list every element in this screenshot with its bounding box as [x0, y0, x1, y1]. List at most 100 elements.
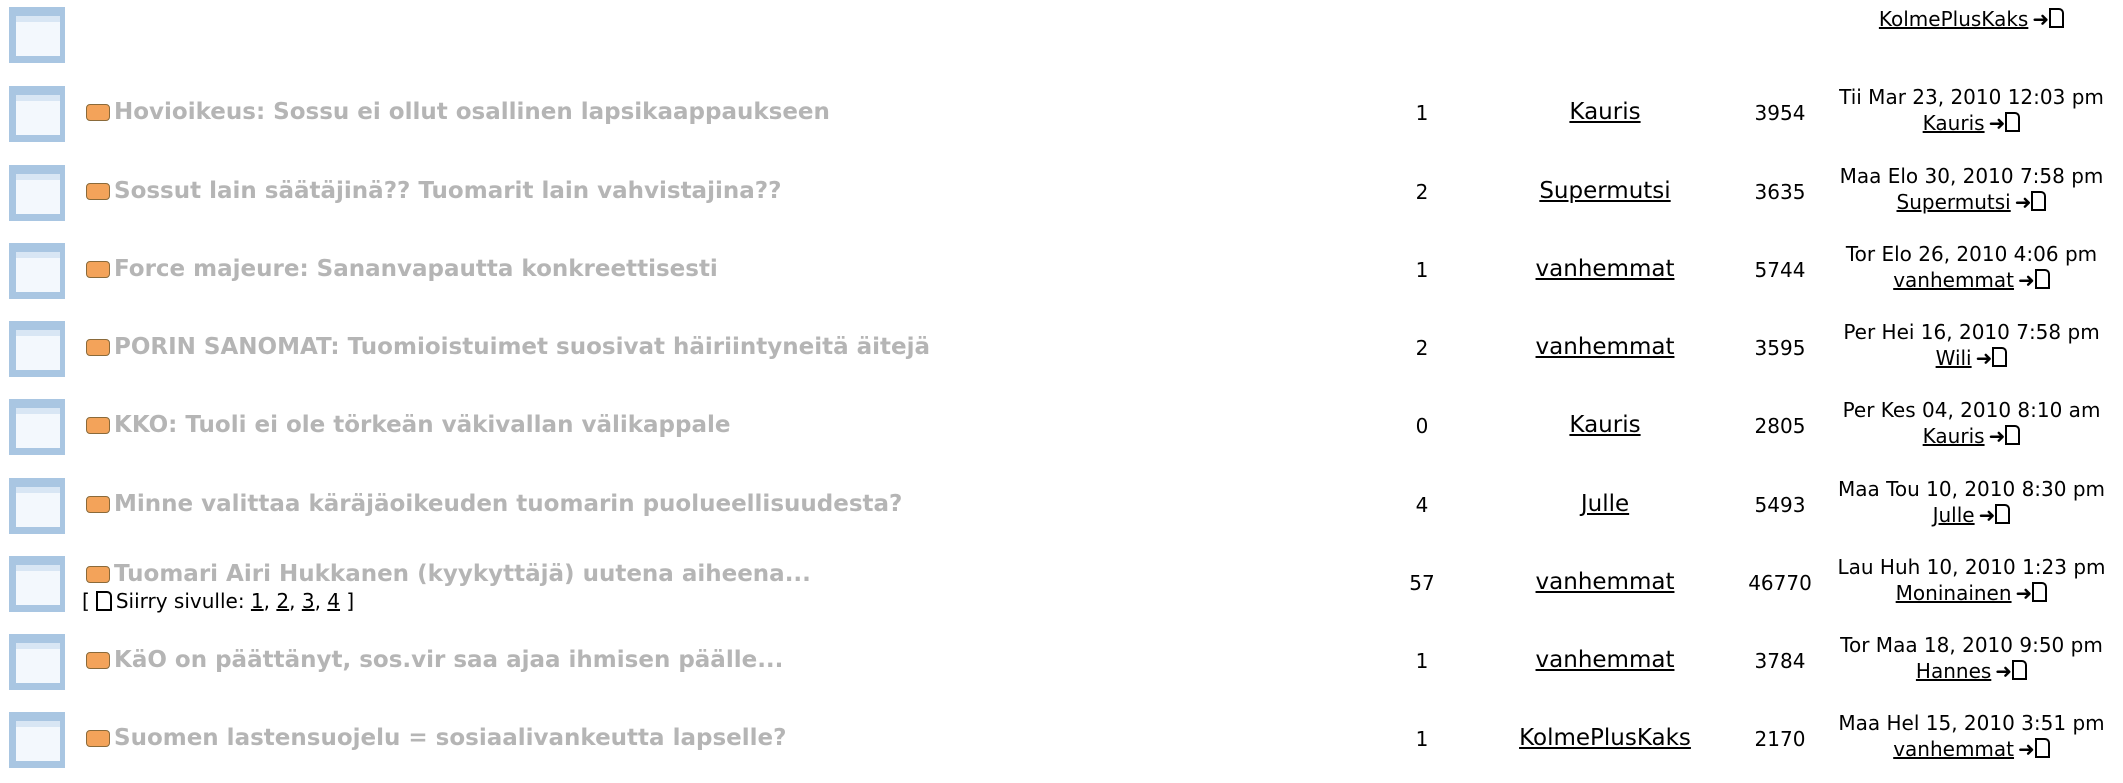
topic-title[interactable]: Tuomari Airi Hukkanen (kyykyttäjä) uuten…	[114, 561, 811, 587]
last-post-author[interactable]: Supermutsi	[1897, 190, 2011, 214]
last-post: Maa Hel 15, 2010 3:51 pm vanhemmat ➜	[1820, 710, 2123, 762]
arrow-icon[interactable]: ➜	[2016, 580, 2033, 606]
arrow-icon[interactable]: ➜	[2018, 267, 2035, 293]
last-post-author[interactable]: KolmePlusKaks	[1879, 7, 2028, 31]
reply-count: 2	[1415, 336, 1429, 360]
last-post-date: Lau Huh 10, 2010 1:23 pm	[1837, 555, 2106, 579]
last-post: Tor Maa 18, 2010 9:50 pm Hannes ➜	[1820, 632, 2123, 684]
topic-status-icon	[86, 339, 110, 356]
view-latest-post-icon[interactable]	[2034, 268, 2050, 289]
page-link-4[interactable]: 4	[327, 589, 340, 613]
last-post: Lau Huh 10, 2010 1:23 pm Moninainen ➜	[1820, 554, 2123, 606]
page-link-3[interactable]: 3	[302, 589, 315, 613]
last-post-author[interactable]: Kauris	[1923, 424, 1985, 448]
topic-title[interactable]: Force majeure: Sananvapautta konkreettis…	[114, 256, 718, 282]
last-post-author[interactable]: Wili	[1936, 346, 1972, 370]
arrow-icon[interactable]: ➜	[1976, 345, 1993, 371]
reply-count: 1	[1415, 258, 1429, 282]
topic-status-icon	[86, 261, 110, 278]
topic-status-icon	[86, 183, 110, 200]
last-post: Tii Mar 23, 2010 12:03 pm Kauris ➜	[1820, 84, 2123, 136]
topic-row: Minne valittaa käräjäoikeuden tuomarin p…	[0, 471, 2123, 549]
arrow-icon[interactable]: ➜	[2018, 736, 2035, 762]
topic-status-icon	[86, 496, 110, 513]
last-post: Maa Elo 30, 2010 7:58 pm Supermutsi ➜	[1820, 163, 2123, 215]
folder-icon	[9, 321, 65, 377]
last-post-date: Maa Hel 15, 2010 3:51 pm	[1838, 711, 2105, 735]
view-latest-post-icon[interactable]	[2049, 7, 2065, 28]
topic-row: Suomen lastensuojelu = sosiaalivankeutta…	[0, 705, 2123, 783]
arrow-icon[interactable]: ➜	[2015, 189, 2032, 215]
last-post-author[interactable]: vanhemmat	[1893, 737, 2014, 761]
topic-title[interactable]: PORIN SANOMAT: Tuomioistuimet suosivat h…	[114, 334, 930, 360]
last-post-author[interactable]: Kauris	[1923, 111, 1985, 135]
view-latest-post-icon[interactable]	[2005, 111, 2021, 132]
topic-row: Hovioikeus: Sossu ei ollut osallinen lap…	[0, 79, 2123, 157]
topic-status-icon	[86, 730, 110, 747]
folder-icon	[9, 399, 65, 455]
folder-icon	[9, 165, 65, 221]
topic-status-icon	[86, 566, 110, 583]
topic-status-icon	[86, 417, 110, 434]
last-post: Per Kes 04, 2010 8:10 am Kauris ➜	[1820, 397, 2123, 449]
reply-count: 1	[1415, 101, 1429, 125]
view-latest-post-icon[interactable]	[2031, 190, 2047, 211]
topic-row: Force majeure: Sananvapautta konkreettis…	[0, 236, 2123, 314]
last-post-author[interactable]: vanhemmat	[1893, 268, 2014, 292]
page-icon	[95, 590, 112, 611]
last-post: Per Hei 16, 2010 7:58 pm Wili ➜	[1820, 319, 2123, 371]
reply-count: 2	[1415, 180, 1429, 204]
last-post-author[interactable]: Moninainen	[1896, 581, 2012, 605]
view-latest-post-icon[interactable]	[2032, 581, 2048, 602]
last-post: Tor Elo 26, 2010 4:06 pm vanhemmat ➜	[1820, 241, 2123, 293]
topic-title[interactable]: Sossut lain säätäjinä?? Tuomarit lain va…	[114, 178, 781, 204]
topic-row: Sossut lain säätäjinä?? Tuomarit lain va…	[0, 158, 2123, 236]
view-latest-post-icon[interactable]	[2034, 737, 2050, 758]
topic-row-partial: KolmePlusKaks ➜	[0, 0, 2123, 78]
page-link-2[interactable]: 2	[276, 589, 289, 613]
pages-label: Siirry sivulle:	[115, 589, 245, 613]
topic-row: KäO on päättänyt, sos.vir saa ajaa ihmis…	[0, 627, 2123, 705]
last-post-date: Tor Elo 26, 2010 4:06 pm	[1845, 242, 2098, 266]
reply-count: 0	[1415, 414, 1429, 438]
arrow-icon[interactable]: ➜	[1979, 502, 1996, 528]
topic-title[interactable]: Suomen lastensuojelu = sosiaalivankeutta…	[114, 725, 786, 751]
page-link-1[interactable]: 1	[251, 589, 264, 613]
folder-icon	[9, 86, 65, 142]
topic-status-icon	[86, 652, 110, 669]
reply-count: 1	[1415, 649, 1429, 673]
topic-row: PORIN SANOMAT: Tuomioistuimet suosivat h…	[0, 314, 2123, 392]
view-latest-post-icon[interactable]	[1992, 346, 2008, 367]
folder-icon	[9, 634, 65, 690]
arrow-icon[interactable]: ➜	[1995, 658, 2012, 684]
reply-count: 4	[1415, 493, 1429, 517]
view-latest-post-icon[interactable]	[1995, 503, 2011, 524]
topic-row: KKO: Tuoli ei ole törkeän väkivallan väl…	[0, 392, 2123, 470]
arrow-icon[interactable]: ➜	[1989, 110, 2006, 136]
folder-icon	[9, 243, 65, 299]
folder-icon	[9, 556, 65, 612]
topic-title[interactable]: KKO: Tuoli ei ole törkeän väkivallan väl…	[114, 412, 731, 438]
view-latest-post-icon[interactable]	[2012, 659, 2028, 680]
last-post: Maa Tou 10, 2010 8:30 pm Julle ➜	[1820, 476, 2123, 528]
last-post-author[interactable]: Hannes	[1916, 659, 1991, 683]
reply-count: 57	[1409, 571, 1435, 595]
last-post-date: Per Kes 04, 2010 8:10 am	[1842, 398, 2101, 422]
topic-title[interactable]: Minne valittaa käräjäoikeuden tuomarin p…	[114, 491, 902, 517]
arrow-icon[interactable]: ➜	[2032, 6, 2049, 32]
reply-count: 1	[1415, 727, 1429, 751]
arrow-icon[interactable]: ➜	[1989, 423, 2006, 449]
folder-icon	[9, 712, 65, 768]
folder-icon	[9, 478, 65, 534]
topic-title[interactable]: KäO on päättänyt, sos.vir saa ajaa ihmis…	[114, 647, 783, 673]
topic-status-icon	[86, 104, 110, 121]
topic-title[interactable]: Hovioikeus: Sossu ei ollut osallinen lap…	[114, 99, 830, 125]
last-post-date: Maa Tou 10, 2010 8:30 pm	[1837, 477, 2106, 501]
last-post-author[interactable]: Julle	[1933, 503, 1975, 527]
topic-row: Tuomari Airi Hukkanen (kyykyttäjä) uuten…	[0, 549, 2123, 627]
last-post-date: Maa Elo 30, 2010 7:58 pm	[1839, 164, 2104, 188]
last-post-date: Tor Maa 18, 2010 9:50 pm	[1840, 633, 2103, 657]
last-post-date: Tii Mar 23, 2010 12:03 pm	[1839, 85, 2104, 109]
view-latest-post-icon[interactable]	[2005, 424, 2021, 445]
folder-icon	[9, 7, 65, 63]
